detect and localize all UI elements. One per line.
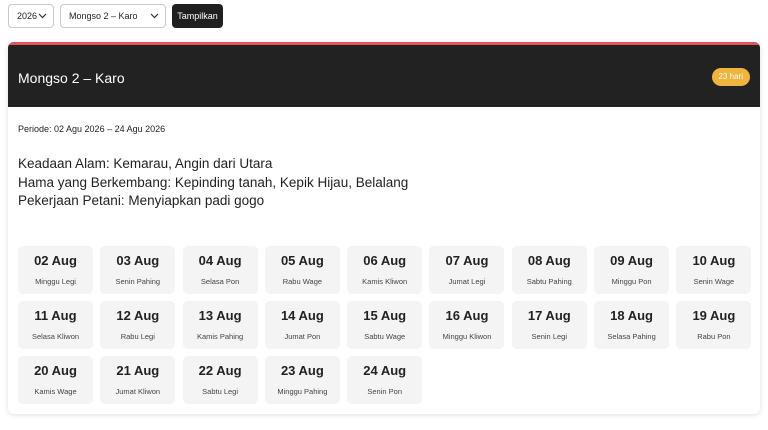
day-date: 04 Aug bbox=[198, 253, 242, 268]
day-pasaran: Minggu Pon bbox=[611, 277, 652, 286]
day-date: 13 Aug bbox=[198, 308, 242, 323]
day-date: 15 Aug bbox=[363, 308, 407, 323]
mongso-info: Keadaan Alam: Kemarau, Angin dari Utara … bbox=[18, 155, 408, 211]
day-date: 19 Aug bbox=[692, 308, 736, 323]
day-tile: 10 Aug Senin Wage bbox=[676, 246, 752, 294]
day-tile: 23 Aug Minggu Pahing bbox=[264, 356, 340, 404]
day-pasaran: Kamis Pahing bbox=[196, 332, 244, 341]
day-date: 02 Aug bbox=[34, 253, 77, 268]
day-pasaran: Rabu Wage bbox=[282, 277, 323, 286]
day-tile: 11 Aug Selasa Kliwon bbox=[18, 301, 93, 349]
day-date: 09 Aug bbox=[610, 253, 653, 268]
day-tile: 05 Aug Rabu Wage bbox=[264, 246, 340, 294]
day-pasaran: Minggu Pahing bbox=[277, 387, 328, 396]
days-grid: 02 Aug Minggu Legi 03 Aug Senin Pahing 04 Au… bbox=[18, 246, 752, 404]
day-tile: 09 Aug Minggu Pon bbox=[594, 246, 670, 294]
day-tile: 04 Aug Selasa Pon bbox=[182, 246, 258, 294]
info-nature: Keadaan Alam: Kemarau, Angin dari Utara bbox=[18, 156, 273, 171]
day-tile: 16 Aug Minggu Kliwon bbox=[429, 301, 505, 349]
day-pasaran: Rabu Legi bbox=[120, 332, 155, 341]
day-date: 23 Aug bbox=[280, 363, 324, 378]
day-pasaran: Senin Legi bbox=[531, 332, 567, 341]
day-tile: 18 Aug Selasa Pahing bbox=[594, 301, 670, 349]
day-pasaran: Rabu Pon bbox=[697, 332, 731, 341]
day-date: 12 Aug bbox=[116, 308, 160, 323]
day-tile: 14 Aug Jumat Pon bbox=[264, 301, 340, 349]
day-tile: 19 Aug Rabu Pon bbox=[676, 301, 752, 349]
day-tile: 17 Aug Senin Legi bbox=[511, 301, 587, 349]
day-pasaran: Minggu Legi bbox=[35, 277, 76, 286]
day-date: 22 Aug bbox=[198, 363, 242, 378]
day-pasaran: Senin Pahing bbox=[115, 277, 161, 286]
chevron-down-icon bbox=[149, 11, 159, 21]
show-button[interactable]: Tampilkan bbox=[172, 4, 223, 28]
card-header: Mongso 2 – Karo 23 hari bbox=[8, 42, 760, 107]
day-date: 10 Aug bbox=[692, 253, 736, 268]
day-tile: 22 Aug Sabtu Legi bbox=[182, 356, 258, 404]
day-date: 17 Aug bbox=[527, 308, 571, 323]
info-farmer-work: Pekerjaan Petani: Menyiapkan padi gogo bbox=[18, 193, 265, 208]
day-pasaran: Sabtu Wage bbox=[364, 332, 406, 341]
day-pasaran: Jumat Kliwon bbox=[115, 387, 161, 396]
card-title: Mongso 2 – Karo bbox=[18, 70, 125, 86]
day-pasaran: Selasa Pahing bbox=[607, 332, 656, 341]
day-pasaran: Kamis Kliwon bbox=[362, 277, 408, 286]
day-pasaran: Senin Pon bbox=[367, 387, 402, 396]
month-select-value: Mongso 2 – Karo bbox=[69, 11, 138, 21]
chevron-down-icon bbox=[37, 11, 47, 21]
day-pasaran: Jumat Pon bbox=[284, 332, 321, 341]
day-date: 08 Aug bbox=[527, 253, 571, 268]
day-tile: 07 Aug Jumat Legi bbox=[429, 246, 505, 294]
day-pasaran: Kamis Wage bbox=[34, 387, 77, 396]
day-pasaran: Sabtu Legi bbox=[202, 387, 239, 396]
day-pasaran: Sabtu Pahing bbox=[526, 277, 572, 286]
day-pasaran: Senin Wage bbox=[693, 277, 735, 286]
day-tile: 06 Aug Kamis Kliwon bbox=[347, 246, 423, 294]
year-select-value: 2026 bbox=[17, 11, 38, 21]
day-pasaran: Selasa Pon bbox=[200, 277, 240, 286]
day-date: 20 Aug bbox=[34, 363, 77, 378]
day-date: 21 Aug bbox=[116, 363, 160, 378]
day-date: 24 Aug bbox=[363, 363, 407, 378]
day-pasaran: Jumat Legi bbox=[448, 277, 486, 286]
mongso-card: Mongso 2 – Karo 23 hari Periode: 02 Agu … bbox=[8, 42, 760, 414]
info-pests: Hama yang Berkembang: Kepinding tanah, K… bbox=[18, 174, 409, 190]
day-tile: 02 Aug Minggu Legi bbox=[18, 246, 93, 294]
day-date: 07 Aug bbox=[445, 253, 489, 268]
day-tile: 08 Aug Sabtu Pahing bbox=[511, 246, 587, 294]
day-tile: 12 Aug Rabu Legi bbox=[100, 301, 176, 349]
day-tile: 20 Aug Kamis Wage bbox=[18, 356, 93, 404]
day-pasaran: Selasa Kliwon bbox=[31, 332, 80, 341]
day-pasaran: Minggu Kliwon bbox=[442, 332, 492, 341]
day-tile: 03 Aug Senin Pahing bbox=[100, 246, 176, 294]
year-select[interactable]: 2026 bbox=[8, 4, 54, 28]
day-date: 16 Aug bbox=[445, 308, 489, 323]
controls-bar: 2026 Mongso 2 – Karo Tampilkan bbox=[8, 4, 223, 28]
month-select[interactable]: Mongso 2 – Karo bbox=[60, 4, 166, 28]
day-date: 06 Aug bbox=[363, 253, 407, 268]
day-date: 18 Aug bbox=[610, 308, 653, 323]
day-tile: 21 Aug Jumat Kliwon bbox=[100, 356, 176, 404]
day-date: 11 Aug bbox=[34, 308, 77, 323]
day-date: 03 Aug bbox=[116, 253, 160, 268]
day-tile: 24 Aug Senin Pon bbox=[347, 356, 423, 404]
period-text: Periode: 02 Agu 2026 – 24 Agu 2026 bbox=[18, 124, 166, 134]
day-tile: 13 Aug Kamis Pahing bbox=[182, 301, 258, 349]
day-tile: 15 Aug Sabtu Wage bbox=[347, 301, 423, 349]
day-date: 14 Aug bbox=[280, 308, 324, 323]
day-date: 05 Aug bbox=[280, 253, 324, 268]
duration-badge: 23 hari bbox=[711, 68, 750, 86]
